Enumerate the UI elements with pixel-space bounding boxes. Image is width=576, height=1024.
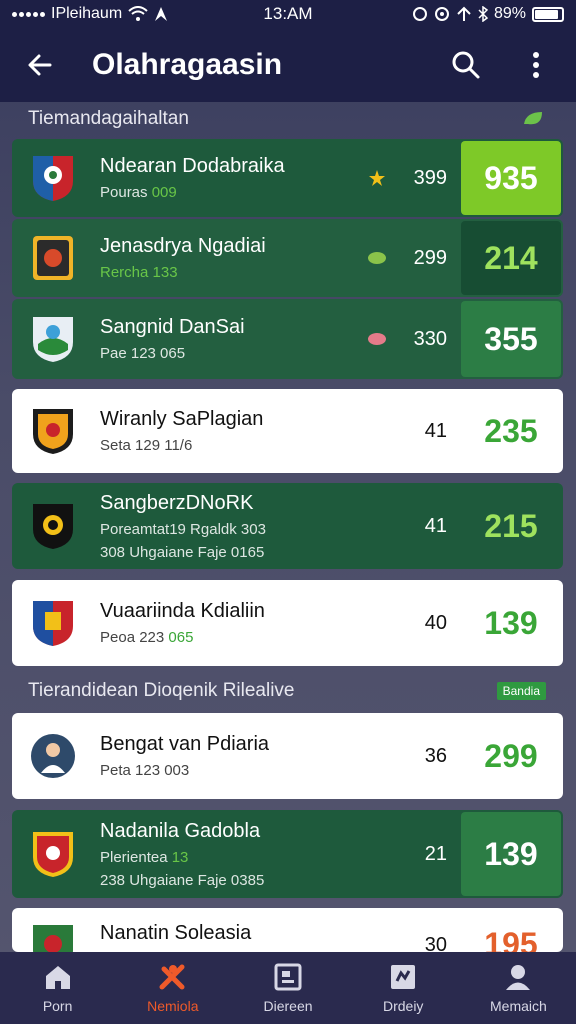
flower-icon bbox=[367, 329, 387, 349]
team-count: 40 bbox=[424, 611, 447, 634]
tab-label: Memaich bbox=[490, 998, 547, 1014]
team-count: 36 bbox=[424, 744, 447, 767]
team-card[interactable]: Sangnid DanSai Pae 123 065 330 355 bbox=[12, 299, 563, 379]
team-card[interactable]: Nadanila Gadobla Plerientea 13 238 Uhgai… bbox=[12, 810, 563, 898]
tab-label: Nemiola bbox=[147, 998, 199, 1014]
team-count: 399 bbox=[413, 166, 447, 189]
team-card[interactable]: Nanatin Soleasia 30 195 bbox=[12, 908, 563, 952]
team-card[interactable]: Bengat van Pdiaria Peta 123 003 36 299 bbox=[12, 713, 563, 799]
team-crest-icon bbox=[33, 601, 73, 646]
team-meta-line2: 308 Uhgaiane Faje 0165 bbox=[100, 543, 265, 561]
team-meta: Pouras 009 bbox=[100, 184, 177, 201]
status-bar: IPleihaum 13:AM 89% bbox=[0, 0, 576, 28]
bluetooth-icon bbox=[478, 6, 488, 22]
more-menu-button[interactable] bbox=[516, 45, 556, 85]
tab-label: Diereen bbox=[263, 998, 313, 1014]
bud-icon bbox=[367, 248, 387, 268]
team-name: Sangnid DanSai bbox=[100, 316, 245, 338]
team-crest-icon bbox=[33, 409, 73, 454]
bottom-tab-bar: Porn Nemiola Diereen Drdeiy Memaich bbox=[0, 952, 576, 1024]
team-card[interactable]: Wiranly SaPlagian Seta 129 11/6 41 235 bbox=[12, 389, 563, 473]
clipboard-icon bbox=[387, 962, 419, 992]
team-name: Wiranly SaPlagian bbox=[100, 408, 264, 430]
section-title: Tiemandagaihaltan bbox=[28, 108, 189, 129]
tools-icon bbox=[157, 962, 189, 992]
section-header-top: Tiemandagaihaltan bbox=[0, 101, 576, 137]
vibrate-icon bbox=[434, 7, 449, 21]
team-meta: Seta 129 11/6 bbox=[100, 437, 193, 454]
signal-icon bbox=[12, 11, 45, 17]
tab-label: Drdeiy bbox=[382, 998, 424, 1014]
team-crest-icon bbox=[33, 236, 73, 280]
team-name: Bengat van Pdiaria bbox=[100, 733, 270, 755]
tab-clipboard[interactable]: Drdeiy bbox=[346, 952, 461, 1024]
team-crest-icon bbox=[33, 317, 73, 362]
signal-bars-icon bbox=[457, 6, 471, 21]
alarm-icon bbox=[412, 7, 427, 21]
team-name: Ndearan Dodabraika bbox=[100, 155, 285, 177]
team-crest-icon bbox=[33, 832, 73, 877]
arrow-left-icon bbox=[28, 54, 52, 76]
section-badge[interactable]: Bandia bbox=[496, 682, 546, 700]
score-box: 215 bbox=[484, 507, 538, 544]
score-box: 935 bbox=[461, 141, 561, 215]
back-button[interactable] bbox=[20, 45, 60, 85]
team-crest-icon bbox=[33, 925, 73, 952]
team-meta: Pae 123 065 bbox=[100, 345, 186, 362]
home-icon bbox=[42, 962, 74, 992]
wifi-icon bbox=[128, 6, 148, 21]
carrier-name: IPleihaum bbox=[51, 5, 123, 22]
score-box: 214 bbox=[461, 221, 561, 295]
section-header-bottom: Tierandidean Dioqenik Rilealive Bandia bbox=[0, 673, 576, 709]
team-meta: Poreamtat19 Rgaldk 303 bbox=[100, 520, 266, 538]
team-count: 21 bbox=[424, 842, 447, 865]
tab-label: Porn bbox=[42, 998, 73, 1014]
team-name: SangberzDNoRK bbox=[100, 491, 254, 514]
search-icon bbox=[452, 51, 480, 79]
battery-icon bbox=[532, 6, 564, 22]
team-name: Jenasdrya Ngadiai bbox=[100, 235, 266, 257]
team-name: Nanatin Soleasia bbox=[100, 922, 252, 944]
score-box: 355 bbox=[461, 301, 561, 377]
team-meta: Peoa 223 065 bbox=[100, 629, 194, 646]
tab-home[interactable]: Porn bbox=[0, 952, 115, 1024]
team-count: 41 bbox=[424, 514, 447, 537]
team-card[interactable]: SangberzDNoRK Poreamtat19 Rgaldk 303 308… bbox=[12, 483, 563, 569]
score-box: 139 bbox=[484, 604, 538, 641]
team-name: Nadanila Gadobla bbox=[100, 819, 261, 842]
player-avatar bbox=[31, 734, 75, 778]
score-box: 195 bbox=[484, 925, 538, 953]
leaf-icon bbox=[524, 112, 542, 125]
team-meta: Rercha 133 bbox=[100, 264, 178, 281]
battery-percent: 89% bbox=[493, 5, 526, 22]
score-box: 235 bbox=[484, 412, 538, 449]
tab-board[interactable]: Diereen bbox=[230, 952, 345, 1024]
team-crest-icon bbox=[33, 156, 73, 201]
tab-profile[interactable]: Memaich bbox=[461, 952, 576, 1024]
section-title: Tierandidean Dioqenik Rilealive bbox=[28, 680, 295, 701]
team-meta: Peta 123 003 bbox=[100, 762, 190, 779]
tab-tools[interactable]: Nemiola bbox=[115, 952, 230, 1024]
score-box: 139 bbox=[461, 812, 561, 896]
page-title: Olahragaasin bbox=[92, 48, 283, 81]
more-vertical-icon bbox=[533, 52, 539, 78]
team-card[interactable]: Ndearan Dodabraika Pouras 009 399 935 bbox=[12, 139, 563, 217]
team-card[interactable]: Jenasdrya Ngadiai Rercha 133 299 214 bbox=[12, 219, 563, 297]
team-meta-line2: 238 Uhgaiane Faje 0385 bbox=[100, 871, 265, 889]
star-icon bbox=[367, 168, 387, 188]
team-count: 299 bbox=[413, 246, 447, 269]
search-button[interactable] bbox=[446, 45, 486, 85]
team-card[interactable]: Vuaariinda Kdialiin Peoa 223 065 40 139 bbox=[12, 580, 563, 666]
team-count: 41 bbox=[424, 419, 447, 442]
location-icon bbox=[155, 7, 168, 21]
app-bar: Olahragaasin bbox=[0, 28, 576, 102]
team-meta: Plerientea 13 bbox=[100, 848, 189, 866]
team-name: Vuaariinda Kdialiin bbox=[100, 600, 265, 622]
board-icon bbox=[272, 962, 304, 992]
team-crest-icon bbox=[33, 504, 73, 549]
team-count: 330 bbox=[413, 327, 447, 350]
score-box: 299 bbox=[484, 737, 538, 774]
profile-icon bbox=[502, 962, 534, 992]
team-count: 30 bbox=[424, 934, 447, 952]
